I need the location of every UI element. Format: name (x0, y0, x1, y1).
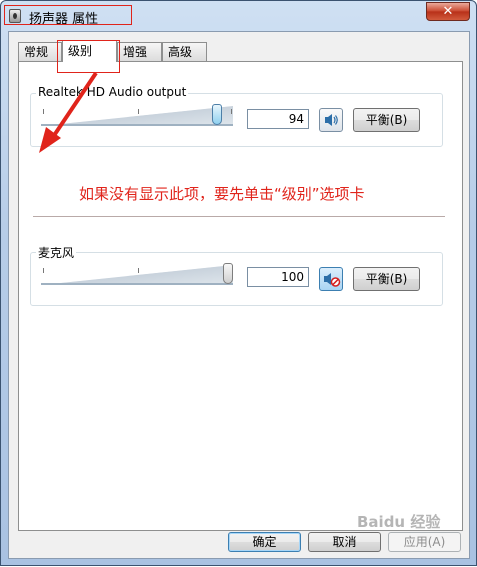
cancel-button[interactable]: 取消 (308, 532, 381, 552)
volume-slider-microphone[interactable] (41, 263, 233, 285)
divider-line (33, 216, 445, 217)
dialog-client: 常规 级别 增强 高级 Realtek HD Audio output 94 平… (8, 31, 470, 559)
close-button[interactable]: ✕ (426, 2, 470, 21)
slider-ramp (41, 265, 233, 285)
slider-thumb-realtek[interactable] (212, 104, 222, 125)
balance-button-microphone[interactable]: 平衡(B) (353, 267, 420, 291)
highlight-title-box (4, 5, 132, 25)
volume-value-microphone[interactable]: 100 (247, 267, 309, 287)
levels-panel: Realtek HD Audio output 94 平衡(B) 麦克风 100… (18, 61, 463, 531)
slider-base (41, 283, 233, 285)
slider-base (41, 124, 233, 126)
volume-slider-realtek[interactable] (41, 104, 233, 126)
slider-tick (138, 109, 139, 114)
mute-button-realtek[interactable] (319, 108, 343, 132)
properties-window: 扬声器 属性 ✕ 常规 级别 增强 高级 Realtek HD Audio ou… (0, 0, 477, 566)
volume-value-realtek[interactable]: 94 (247, 109, 309, 129)
annotation-text: 如果没有显示此项，要先单击“级别”选项卡 (79, 185, 365, 203)
group-label-microphone: 麦克风 (36, 244, 77, 261)
slider-ramp (41, 106, 233, 126)
slider-tick (43, 109, 44, 114)
slider-tick (231, 109, 232, 114)
tab-advanced[interactable]: 高级 (162, 42, 207, 61)
speaker-icon (325, 114, 338, 126)
ok-button[interactable]: 确定 (228, 532, 301, 552)
slider-thumb-microphone[interactable] (223, 263, 233, 284)
slider-tick (43, 268, 44, 273)
tab-enhancements[interactable]: 增强 (117, 42, 162, 61)
apply-button[interactable]: 应用(A) (388, 532, 461, 552)
highlight-levels-tab-box (57, 40, 120, 73)
balance-button-realtek[interactable]: 平衡(B) (353, 108, 420, 132)
tab-general[interactable]: 常规 (18, 42, 62, 61)
slider-tick (138, 268, 139, 273)
speaker-muted-icon (324, 273, 341, 287)
watermark: Baidu 经验 (357, 513, 441, 531)
group-label-realtek: Realtek HD Audio output (36, 85, 189, 99)
group-microphone: 麦克风 100 平衡(B) (30, 244, 443, 306)
mute-button-microphone[interactable] (319, 267, 343, 291)
group-realtek-output: Realtek HD Audio output 94 平衡(B) (30, 85, 443, 147)
title-bar[interactable]: 扬声器 属性 ✕ (1, 1, 476, 31)
